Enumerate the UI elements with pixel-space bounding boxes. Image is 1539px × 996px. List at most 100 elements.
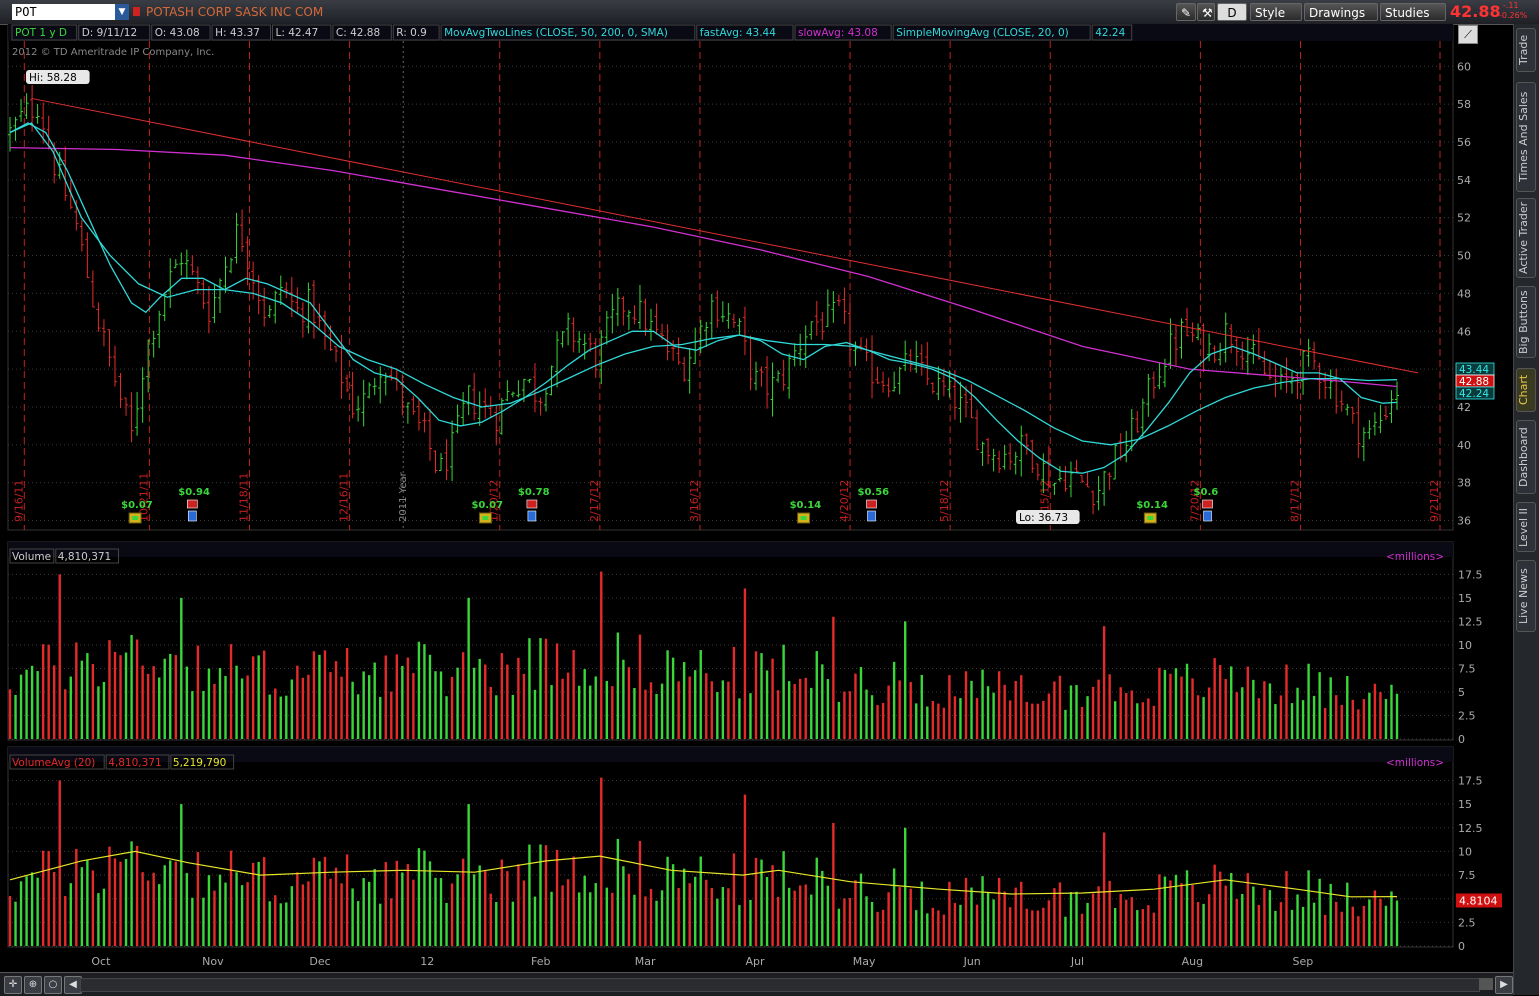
dividend-icon[interactable] (1143, 512, 1157, 524)
sidebar-tab-active-trader[interactable]: Active Trader (1516, 198, 1536, 278)
volume-avg-panel-bar (351, 888, 354, 946)
flag-icon[interactable] (133, 7, 140, 16)
volume-avg-panel-bar (489, 893, 492, 946)
volume-bar (821, 664, 824, 739)
volume-avg-panel-bar (439, 878, 443, 946)
chart-settings-icon[interactable]: ⟋ (1458, 25, 1478, 44)
sidebar-tab-dashboard[interactable]: Dashboard (1516, 420, 1536, 494)
volume-bar (843, 691, 846, 739)
volume-avg-panel-bar (649, 888, 653, 946)
volume-avg-panel-bar (102, 888, 106, 946)
drawings-button[interactable]: Drawings (1304, 3, 1378, 21)
volume-avg-panel-bar (749, 899, 752, 946)
volume-avg-panel-bar (1113, 908, 1117, 946)
volume-avg-panel-bar (705, 879, 708, 946)
volume-avg-panel-bar (892, 868, 896, 946)
wrench-icon[interactable]: ⚒ (1197, 3, 1215, 21)
volume-bar (616, 632, 620, 739)
volume-bar (91, 663, 95, 739)
volume-bar (69, 676, 72, 739)
symbol-dropdown-button[interactable]: ▼ (115, 4, 129, 20)
style-button[interactable]: Style (1250, 3, 1302, 21)
volume-avg-panel-bar (1119, 893, 1122, 946)
price-tag-label: 43.44 (1459, 364, 1489, 376)
volume-avg-panel-bar (1218, 871, 1222, 946)
volume-bar (1020, 675, 1023, 739)
volume-bar (948, 675, 951, 739)
symbol-input[interactable]: POT (12, 4, 116, 20)
volume-avg-panel-bar (826, 885, 830, 946)
volume-avg-panel-bar (743, 794, 747, 946)
sidebar-tab-level-ii[interactable]: Level II (1516, 502, 1536, 552)
volume-avg-panel-bar (356, 901, 360, 946)
info-bar-item: R: 0.9 (396, 27, 427, 39)
volume-bar (224, 675, 227, 739)
volume-bar (1218, 665, 1222, 739)
volume-bar (334, 661, 338, 739)
scroll-end-icon[interactable]: ▶ (1495, 976, 1513, 994)
volume-avg-panel-bar (959, 904, 962, 946)
volume-bar (1130, 690, 1133, 739)
volume-bar (229, 644, 233, 739)
volume-avg-panel-bar (395, 860, 399, 946)
volume-avg-panel-bar (157, 884, 161, 946)
volume-avg-panel-bar (876, 911, 879, 946)
volume-bar (1296, 687, 1299, 739)
sidebar-tab-live-news[interactable]: Live News (1516, 560, 1536, 632)
volume-avg-panel-bar (268, 901, 271, 946)
chart-area[interactable]: POT 1 y D D: 9/11/12 O: 43.08 H: 43.37 L: 42… (0, 24, 1513, 972)
studies-button[interactable]: Studies (1380, 3, 1446, 21)
volume-bar (307, 674, 310, 739)
volume-avg-panel-bar (732, 853, 736, 946)
volume-avg-panel-bar (1136, 910, 1139, 946)
x-tick-label: Jun (963, 955, 981, 968)
volume-avg-panel-bar (318, 861, 321, 946)
expiration-label: 5/18/12 (938, 480, 951, 522)
volume-avg-panel-bar (262, 857, 266, 946)
volume-avg-panel-bar (881, 909, 885, 946)
volume-bar (108, 640, 111, 739)
volume-bar (942, 707, 946, 739)
zoom-icon[interactable]: ⊕ (24, 976, 42, 994)
volume-bar (1008, 700, 1012, 739)
sidebar-tab-times-and-sales[interactable]: Times And Sales (1516, 82, 1536, 192)
volume-avg-panel-bar (229, 850, 233, 946)
settings-icon[interactable]: ✎ (1176, 3, 1196, 21)
volume-avg-panel-bar (1108, 880, 1111, 946)
pan-icon[interactable]: ✛ (4, 976, 22, 994)
volume-bar (555, 643, 559, 739)
sidebar-tab-big-buttons[interactable]: Big Buttons (1516, 286, 1536, 358)
volume-bar (135, 639, 139, 739)
volume-bar (64, 689, 67, 739)
volume-avg-panel-bar (1346, 882, 1349, 946)
volume-avg-panel-bar (1335, 901, 1338, 946)
volume-bar (1257, 698, 1261, 739)
info-bar-item: L: 42.47 (276, 27, 319, 39)
volume-bar (1318, 672, 1321, 739)
sidebar-tab-chart[interactable]: Chart (1516, 368, 1536, 412)
volume-bar (102, 681, 106, 739)
volume-avg-panel-bar (583, 875, 586, 946)
volume-bar (445, 696, 448, 739)
volume-bar (47, 644, 50, 739)
volume-bar (964, 671, 968, 739)
volume-avg-panel-bar (1125, 899, 1128, 946)
volume-avg-panel-bar (633, 894, 636, 946)
dividend-icon[interactable] (797, 512, 811, 524)
volume-bar (986, 686, 990, 739)
volume-avg-panel-bar (793, 890, 796, 946)
volume-bar (1163, 669, 1167, 739)
volume-avg-panel-bar (948, 881, 951, 946)
volume-bar (191, 691, 194, 739)
scroll-right-icon[interactable] (1479, 978, 1493, 990)
dividend-icon[interactable] (128, 512, 142, 524)
period-button[interactable]: D (1217, 3, 1247, 21)
magnifier-icon[interactable]: ○ (44, 976, 62, 994)
volume-bar (716, 692, 719, 739)
volume-avg-panel-bar (909, 888, 912, 946)
volume-bar (207, 668, 211, 739)
dividend-icon[interactable] (478, 512, 492, 524)
horizontal-scrollbar[interactable] (80, 978, 1480, 992)
volume-bar (666, 650, 669, 739)
sidebar-tab-trade[interactable]: Trade (1516, 28, 1536, 72)
